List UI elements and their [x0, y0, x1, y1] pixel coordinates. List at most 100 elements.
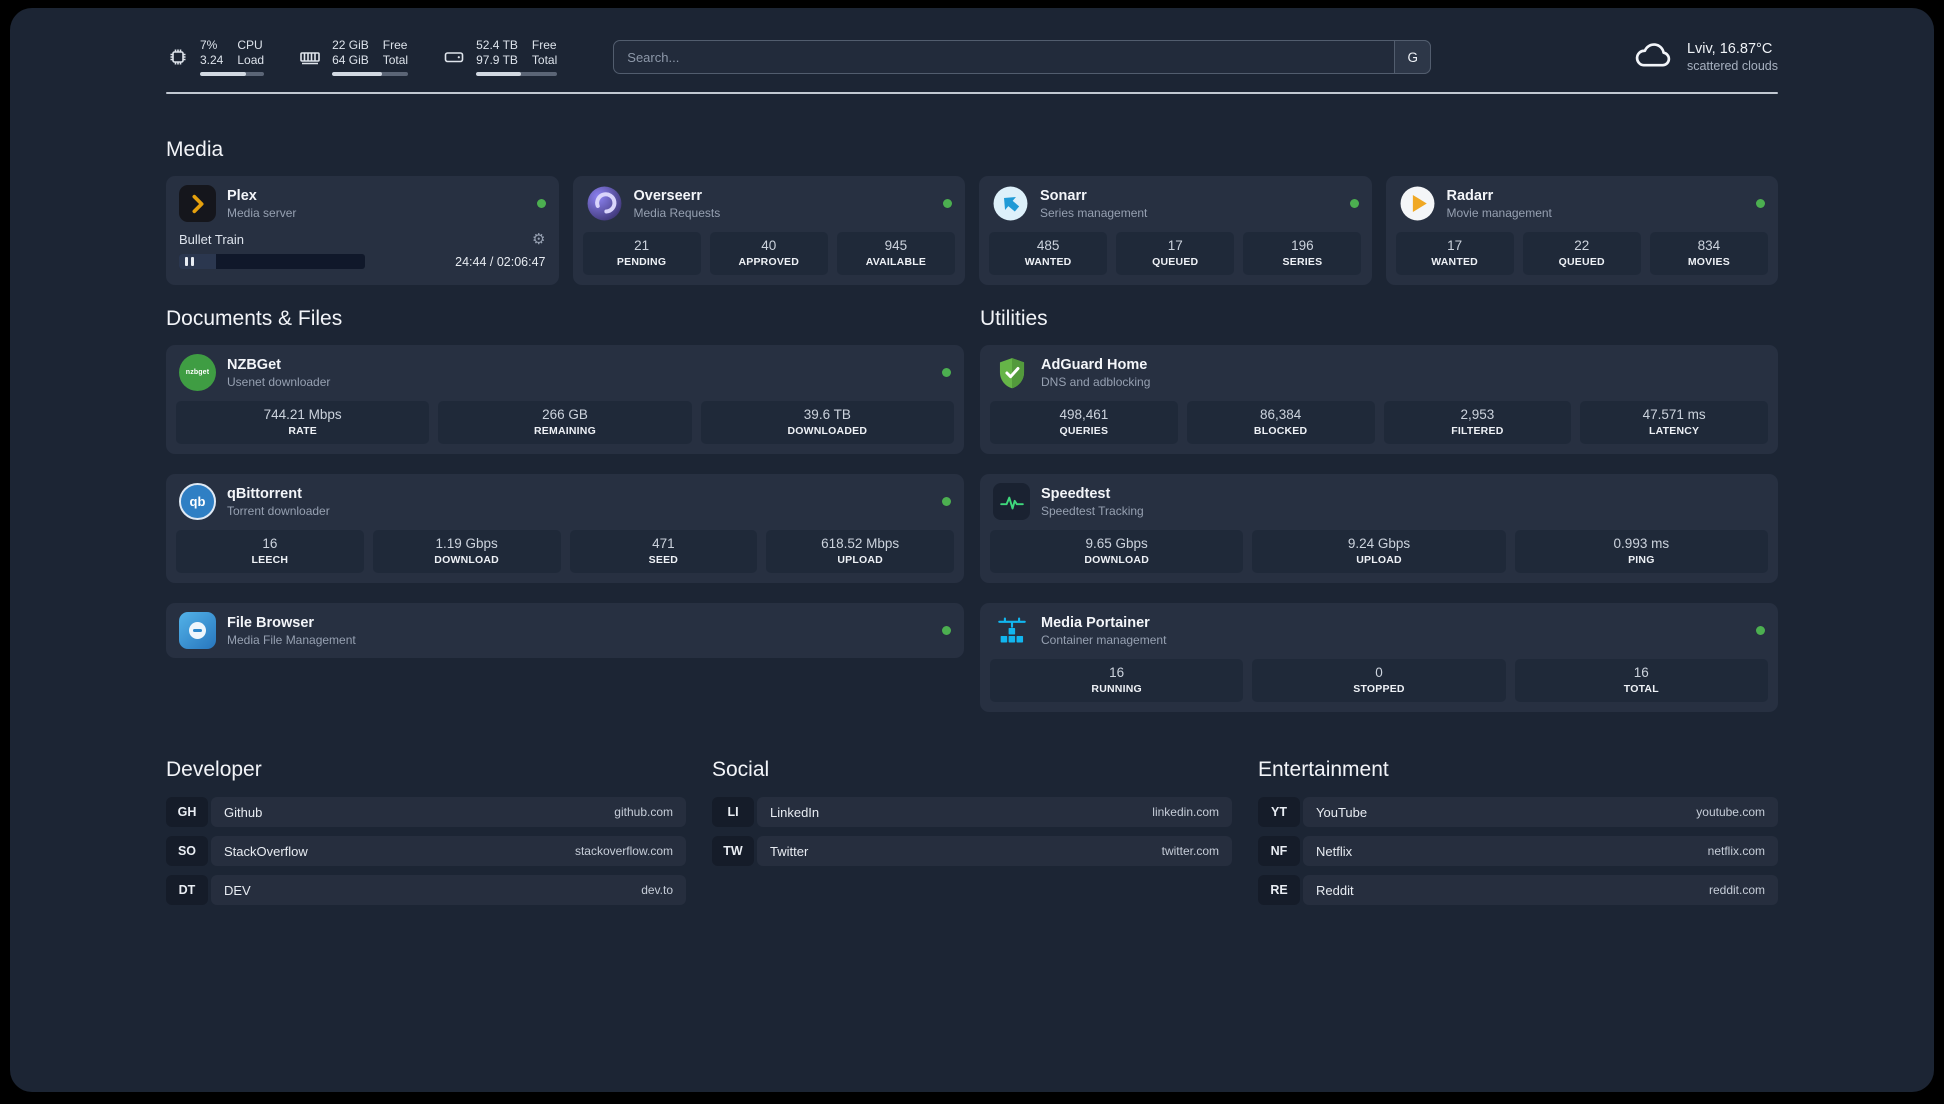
disk-widget: 52.4 TB 97.9 TB Free Total	[442, 38, 558, 76]
stat-latency: 47.571 ms LATENCY	[1580, 401, 1768, 444]
stat-blocked: 86,384 BLOCKED	[1186, 401, 1375, 444]
disk-stats: 52.4 TB 97.9 TB Free Total	[476, 38, 558, 76]
service-desc: Torrent downloader	[227, 503, 330, 518]
bookmark-twitter[interactable]: TW Twitter twitter.com	[712, 836, 1232, 866]
bookmark-url: dev.to	[641, 883, 673, 897]
pause-icon[interactable]	[185, 257, 194, 266]
stat-download: 9.65 Gbps DOWNLOAD	[990, 530, 1244, 573]
stat-upload: 618.52 Mbps UPLOAD	[766, 530, 954, 573]
cpu-loadavg: 3.24	[200, 53, 224, 67]
status-dot	[942, 368, 951, 377]
stat-label: REMAINING	[534, 425, 596, 437]
card-portainer-header[interactable]: Media Portainer Container management	[980, 603, 1778, 657]
weather-widget: Lviv, 16.87°C scattered clouds	[1632, 39, 1778, 76]
cpu-progress-bar	[200, 72, 265, 76]
bookmark-url: reddit.com	[1708, 883, 1765, 897]
bookmark-stackoverflow[interactable]: SO StackOverflow stackoverflow.com	[166, 836, 686, 866]
stat-label: BLOCKED	[1253, 425, 1308, 437]
stat-value: 86,384	[1259, 407, 1302, 422]
status-dot	[1349, 199, 1359, 208]
bookmark-url: github.com	[614, 805, 673, 819]
stat-value: 1.19 Gbps	[435, 536, 498, 551]
nzbget-logo-text: nzbget	[185, 369, 210, 376]
card-radarr: Radarr Movie management 17 WANTED 22 QUE…	[1385, 176, 1779, 285]
disk-label-total: Total	[531, 53, 558, 67]
bookmark-youtube[interactable]: YT YouTube youtube.com	[1258, 797, 1778, 827]
stat-leech: 16 LEECH	[176, 530, 364, 573]
section-title-media: Media	[166, 138, 224, 161]
seek-bar[interactable]	[179, 254, 365, 269]
playback-time: 24:44 / 02:06:47	[455, 254, 546, 269]
service-name: Sonarr	[1040, 187, 1087, 204]
section-title-social: Social	[712, 758, 770, 781]
bookmark-url: youtube.com	[1696, 805, 1765, 819]
bookmark-abbr: RE	[1258, 875, 1300, 905]
stat-value: 2,953	[1460, 407, 1495, 422]
section-title-documents: Documents & Files	[166, 307, 343, 330]
stat-upload: 9.24 Gbps UPLOAD	[1252, 530, 1506, 573]
bookmark-github[interactable]: GH Github github.com	[166, 797, 686, 827]
bookmark-dev[interactable]: DT DEV dev.to	[166, 875, 686, 905]
stat-value: 22	[1574, 238, 1590, 253]
bookmark-group-developer: Developer GH Github github.com SO StackO…	[166, 758, 686, 905]
stat-label: SERIES	[1282, 256, 1323, 268]
bookmark-reddit[interactable]: RE Reddit reddit.com	[1258, 875, 1778, 905]
radarr-icon	[1399, 185, 1436, 222]
stat-approved: 40 APPROVED	[709, 232, 828, 275]
search-input[interactable]	[613, 40, 1432, 74]
card-qbittorrent-header[interactable]: qb qBittorrent Torrent downloader	[166, 474, 964, 528]
bookmark-name: Netflix	[1316, 843, 1353, 859]
memory-free: 22 GiB	[332, 38, 369, 52]
service-name: qBittorrent	[227, 485, 302, 502]
bookmark-linkedin[interactable]: LI LinkedIn linkedin.com	[712, 797, 1232, 827]
speedtest-icon	[993, 483, 1030, 520]
stat-value: 40	[761, 238, 777, 253]
stat-total: 16 TOTAL	[1514, 659, 1768, 702]
stat-label: AVAILABLE	[865, 256, 927, 268]
stat-movies: 834 MOVIES	[1649, 232, 1768, 275]
cpu-icon	[166, 45, 190, 69]
bookmark-url: twitter.com	[1161, 844, 1219, 858]
bookmark-name: LinkedIn	[770, 804, 820, 820]
stat-label: STOPPED	[1353, 683, 1405, 695]
disk-progress-fill	[476, 72, 521, 76]
bookmark-name: Twitter	[770, 843, 809, 859]
stat-stopped: 0 STOPPED	[1252, 659, 1506, 702]
status-dot	[536, 199, 546, 208]
card-nzbget-header[interactable]: nzbget NZBGet Usenet downloader	[166, 345, 964, 399]
stat-value: 498,461	[1059, 407, 1109, 422]
memory-label-total: Total	[382, 53, 409, 67]
card-radarr-header[interactable]: Radarr Movie management	[1386, 176, 1779, 230]
dashboard: 7% 3.24 CPU Load 22 GiB 64 GiB Free Tota…	[10, 8, 1934, 1092]
card-filebrowser-header[interactable]: File Browser Media File Management	[166, 603, 964, 658]
section-utilities: Utilities AdGuard Home DNS and adblockin…	[980, 307, 1778, 712]
cpu-progress-fill	[200, 72, 247, 76]
stat-ping: 0.993 ms PING	[1514, 530, 1768, 573]
bookmark-netflix[interactable]: NF Netflix netflix.com	[1258, 836, 1778, 866]
stat-label: MOVIES	[1687, 256, 1730, 268]
card-adguard-header[interactable]: AdGuard Home DNS and adblocking	[980, 345, 1778, 399]
card-sonarr-header[interactable]: Sonarr Series management	[979, 176, 1372, 230]
stat-value: 0.993 ms	[1613, 536, 1670, 551]
card-speedtest-header[interactable]: Speedtest Speedtest Tracking	[980, 474, 1778, 528]
stat-wanted: 485 WANTED	[989, 232, 1108, 275]
stat-queued: 22 QUEUED	[1522, 232, 1641, 275]
stat-label: TOTAL	[1623, 683, 1659, 695]
service-name: Media Portainer	[1041, 614, 1150, 631]
stat-label: UPLOAD	[837, 554, 883, 566]
card-overseerr-header[interactable]: Overseerr Media Requests	[573, 176, 966, 230]
cpu-stats: 7% 3.24 CPU Load	[200, 38, 265, 76]
memory-widget: 22 GiB 64 GiB Free Total	[298, 38, 409, 76]
service-name: Speedtest	[1041, 485, 1111, 502]
bookmark-abbr: NF	[1258, 836, 1300, 866]
stat-label: QUERIES	[1059, 425, 1109, 437]
google-search-button[interactable]: G	[1394, 40, 1432, 74]
card-qbittorrent: qb qBittorrent Torrent downloader 16 LEE…	[166, 474, 964, 583]
bookmark-url: netflix.com	[1707, 844, 1765, 858]
gear-icon[interactable]: ⚙	[532, 232, 545, 247]
card-plex-header[interactable]: Plex Media server	[166, 176, 559, 230]
nzbget-icon: nzbget	[179, 354, 216, 391]
searchbox: G	[613, 40, 1432, 74]
card-filebrowser: File Browser Media File Management	[166, 603, 964, 658]
bookmark-name: YouTube	[1316, 804, 1368, 820]
